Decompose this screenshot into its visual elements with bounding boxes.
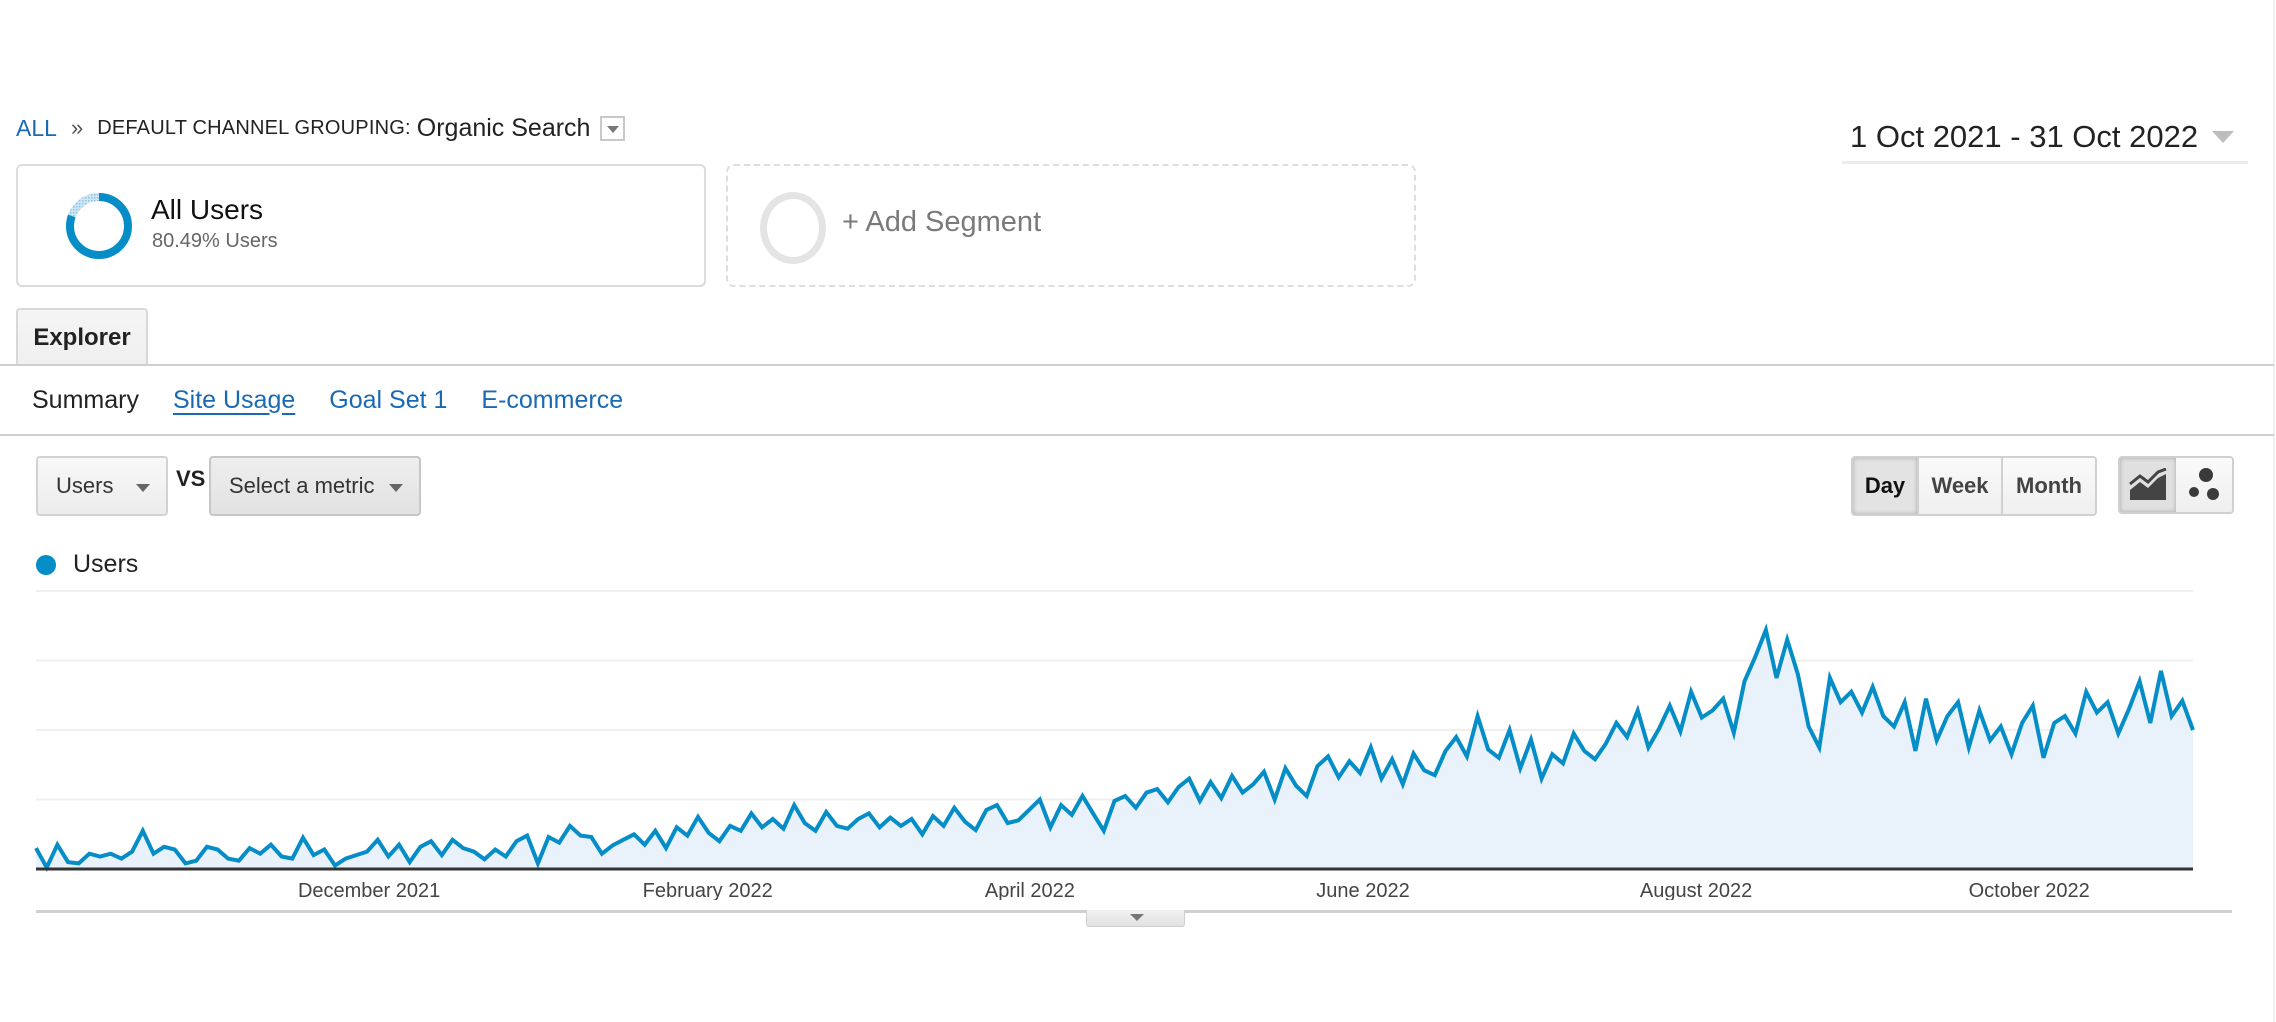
x-tick-label: August 2022 (1640, 880, 1752, 900)
x-axis-labels: December 2021 February 2022 April 2022 June… (298, 880, 2090, 900)
users-area-fill (36, 629, 2193, 869)
segment-card-all-users[interactable]: All Users 80.49% Users (16, 164, 706, 287)
line-chart-button[interactable] (2120, 458, 2176, 512)
primary-metric-select[interactable]: Users (36, 456, 168, 516)
subnav-summary[interactable]: Summary (32, 386, 139, 415)
users-line-chart: December 2021 February 2022 April 2022 June… (34, 590, 2195, 900)
x-tick-label: April 2022 (985, 880, 1075, 900)
x-tick-label: June 2022 (1316, 880, 1409, 900)
motion-chart-button[interactable] (2176, 458, 2232, 512)
vs-label: VS (176, 466, 206, 491)
x-tick-label: February 2022 (643, 880, 773, 900)
collapse-chart-handle[interactable] (1086, 910, 1185, 927)
chevron-down-icon (389, 484, 403, 492)
line-chart-icon (2129, 468, 2167, 500)
segment-donut-icon (66, 193, 132, 259)
report-subnav: Summary Site Usage Goal Set 1 E-commerce (32, 382, 623, 418)
subnav-ecommerce[interactable]: E-commerce (481, 386, 623, 415)
tab-divider (0, 364, 2274, 366)
date-range-label: 1 Oct 2021 - 31 Oct 2022 (1850, 118, 2199, 154)
chevron-down-icon (2212, 130, 2235, 143)
chart-type-toggle (2118, 456, 2234, 514)
breadcrumb-dimension-label: DEFAULT CHANNEL GROUPING: (97, 116, 411, 139)
granularity-toggle: Day Week Month (1851, 456, 2097, 516)
tab-explorer[interactable]: Explorer (16, 308, 148, 366)
chevron-down-icon (136, 484, 150, 492)
breadcrumb: ALL » DEFAULT CHANNEL GROUPING: Organic … (16, 110, 626, 146)
primary-metric-label: Users (56, 473, 114, 498)
add-segment-button[interactable]: + Add Segment (726, 164, 1416, 287)
x-tick-label: October 2022 (1969, 880, 2090, 900)
x-tick-label: December 2021 (298, 880, 440, 900)
granularity-day-button[interactable]: Day (1853, 458, 1917, 514)
breadcrumb-dimension-value: Organic Search (416, 113, 591, 142)
motion-chart-icon (2189, 468, 2219, 500)
subnav-divider (0, 434, 2274, 436)
secondary-metric-select[interactable]: Select a metric (209, 456, 421, 516)
breadcrumb-separator: » (70, 115, 84, 140)
subnav-site-usage[interactable]: Site Usage (173, 386, 295, 415)
granularity-month-button[interactable]: Month (2001, 458, 2095, 514)
breadcrumb-all-link[interactable]: ALL (16, 115, 57, 142)
dimension-dropdown-button[interactable] (600, 115, 626, 141)
date-range-picker[interactable]: 1 Oct 2021 - 31 Oct 2022 (1842, 112, 2248, 164)
secondary-metric-label: Select a metric (229, 473, 375, 498)
add-segment-label: + Add Segment (842, 206, 1042, 238)
granularity-week-button[interactable]: Week (1917, 458, 2001, 514)
empty-segment-ring-icon (760, 192, 826, 264)
subnav-goal-set-1[interactable]: Goal Set 1 (329, 386, 447, 415)
segment-name: All Users (151, 194, 264, 225)
segment-share-label: 80.49% Users (152, 230, 278, 252)
